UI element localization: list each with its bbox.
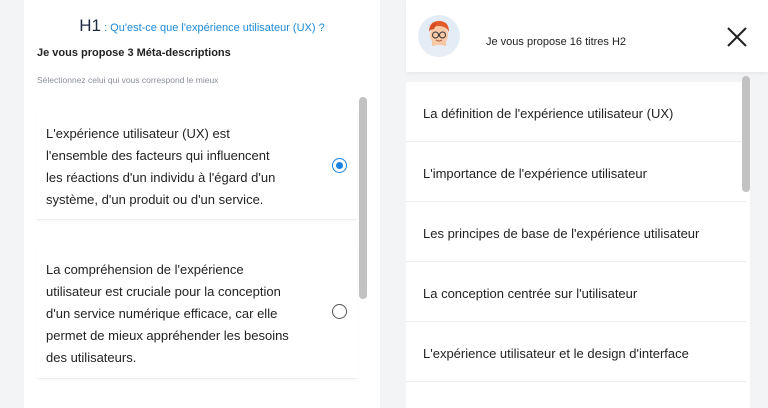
- h1-title: H1 : Qu'est-ce que l'expérience utilisat…: [24, 16, 380, 36]
- option-line: système, d'un produit ou d'un service.: [46, 192, 264, 207]
- option-line: La compréhension de l'expérience: [46, 262, 244, 277]
- option-line: des utilisateurs.: [46, 350, 137, 365]
- h2-title-item[interactable]: L'expérience utilisateur et le design d'…: [406, 322, 746, 382]
- cartoon-avatar-icon: [418, 15, 460, 57]
- h2-titles-heading: Je vous propose 16 titres H2: [486, 36, 627, 48]
- meta-description-option-2[interactable]: La compréhension de l'expérience utilisa…: [37, 246, 357, 379]
- h2-title-text: La définition de l'expérience utilisateu…: [423, 106, 674, 121]
- left-scrollbar-thumb[interactable]: [359, 97, 367, 299]
- meta-descriptions-heading: Je vous propose 3 Méta-descriptions: [37, 47, 231, 59]
- meta-description-option-1[interactable]: L'expérience utilisateur (UX) est l'ense…: [37, 112, 357, 220]
- option-line: permet de mieux appréhender les besoins: [46, 328, 289, 343]
- h2-title-item[interactable]: La conception centrée sur l'utilisateur: [406, 262, 746, 322]
- h2-title-text: Les principes de base de l'expérience ut…: [423, 226, 700, 241]
- meta-description-text-1: L'expérience utilisateur (UX) est l'ense…: [46, 123, 311, 211]
- h1-text: : Qu'est-ce que l'expérience utilisateur…: [101, 22, 325, 34]
- option-line: l'ensemble des facteurs qui influencent: [46, 148, 270, 163]
- h1-tag: H1: [79, 16, 102, 35]
- h2-title-item[interactable]: L'importance de l'expérience utilisateur: [406, 142, 746, 202]
- h2-title-item[interactable]: Les principes de base de l'expérience ut…: [406, 202, 746, 262]
- option-line: d'un service numérique efficace, car ell…: [46, 306, 278, 321]
- option-line: les réactions d'un individu à l'égard d'…: [46, 170, 276, 185]
- close-icon[interactable]: [724, 24, 750, 50]
- option-line: L'expérience utilisateur (UX) est: [46, 126, 230, 141]
- h2-title-text: L'expérience utilisateur et le design d'…: [423, 346, 689, 361]
- h2-titles-header: Je vous propose 16 titres H2: [406, 0, 768, 72]
- meta-description-text-2: La compréhension de l'expérience utilisa…: [46, 259, 311, 369]
- radio-unselected[interactable]: [332, 304, 347, 319]
- h2-title-text: L'importance de l'expérience utilisateur: [423, 166, 647, 181]
- h2-titles-list: La définition de l'expérience utilisateu…: [406, 82, 750, 408]
- meta-descriptions-panel: H1 : Qu'est-ce que l'expérience utilisat…: [24, 0, 380, 408]
- option-line: utilisateur est cruciale pour la concept…: [46, 284, 281, 299]
- h2-title-item[interactable]: La définition de l'expérience utilisateu…: [406, 82, 746, 142]
- right-scrollbar-thumb[interactable]: [742, 76, 750, 192]
- h2-title-text: La conception centrée sur l'utilisateur: [423, 286, 638, 301]
- radio-selected[interactable]: [332, 158, 347, 173]
- meta-descriptions-subheading: Sélectionnez celui qui vous correspond l…: [37, 75, 219, 85]
